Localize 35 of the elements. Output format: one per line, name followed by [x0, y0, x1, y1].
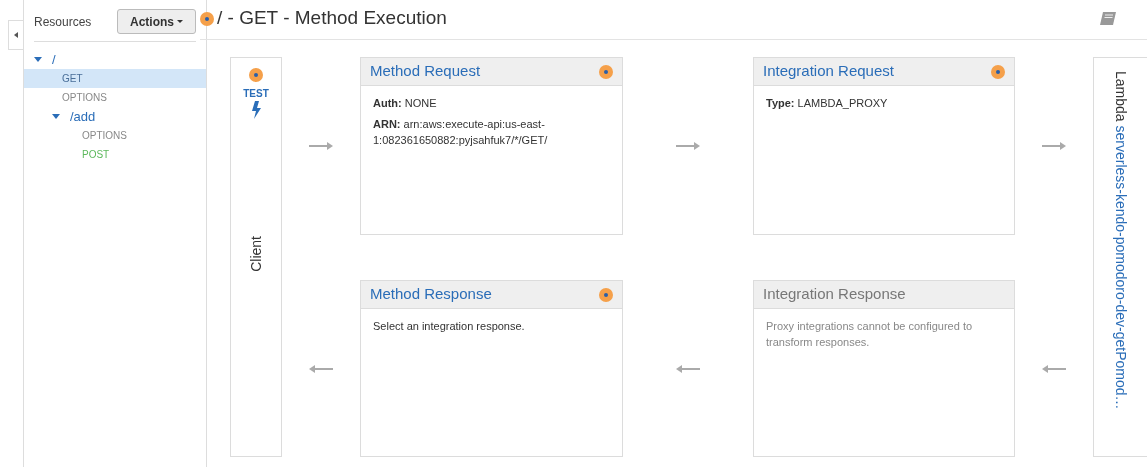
panel-text: Type: LAMBDA_PROXY	[766, 96, 889, 111]
actions-button[interactable]: Actions	[117, 9, 196, 34]
book-icon[interactable]	[1099, 10, 1117, 27]
lambda-function-text: Lambda serverless-kendo-pomodoro-dev-getPomod…	[1112, 71, 1130, 412]
method-item[interactable]: OPTIONS	[24, 88, 206, 107]
sidebar-title: Resources	[34, 13, 92, 31]
method-item[interactable]: POST	[24, 145, 206, 164]
method-item[interactable]: GET	[24, 69, 206, 88]
caret-icon[interactable]	[177, 19, 183, 24]
page-title: / - GET - Method Execution	[217, 6, 447, 31]
panel-header[interactable]: Method Response	[361, 281, 622, 309]
right-arrow-icon	[676, 141, 700, 151]
panel-text: Proxy integrations cannot be configured to transform responses.	[766, 319, 974, 350]
collapse-tab[interactable]	[8, 20, 23, 50]
lightning-icon[interactable]	[251, 101, 261, 119]
panel-text: Auth: NONE	[373, 96, 438, 111]
right-arrow-icon	[309, 141, 333, 151]
collapse-icon[interactable]	[14, 32, 18, 38]
panel-text: Select an integration response.	[373, 319, 526, 334]
panel-header: Integration Response	[754, 281, 1014, 309]
caret-icon[interactable]	[34, 56, 42, 63]
method-item[interactable]: OPTIONS	[24, 126, 206, 145]
left-arrow-icon	[309, 363, 333, 374]
panel-header[interactable]: Method Request	[361, 58, 622, 86]
left-arrow-icon	[1042, 363, 1066, 374]
resource-path-item[interactable]: /	[24, 50, 206, 69]
client-label: Client	[246, 236, 265, 272]
caret-icon[interactable]	[52, 113, 60, 120]
right-arrow-icon	[1042, 141, 1066, 151]
test-link[interactable]: TEST	[243, 86, 269, 101]
left-arrow-icon	[676, 363, 700, 374]
panel-header[interactable]: Integration Request	[754, 58, 1014, 86]
panel-text: ARN: arn:aws:execute-api:us-east-1:082361650882:pyjsahfuk7/*/GET/	[373, 117, 549, 148]
lambda-function-link[interactable]: serverless-kendo-pomodoro-dev-getPomod…	[1113, 125, 1129, 410]
resource-path-item[interactable]: /add	[24, 107, 206, 126]
